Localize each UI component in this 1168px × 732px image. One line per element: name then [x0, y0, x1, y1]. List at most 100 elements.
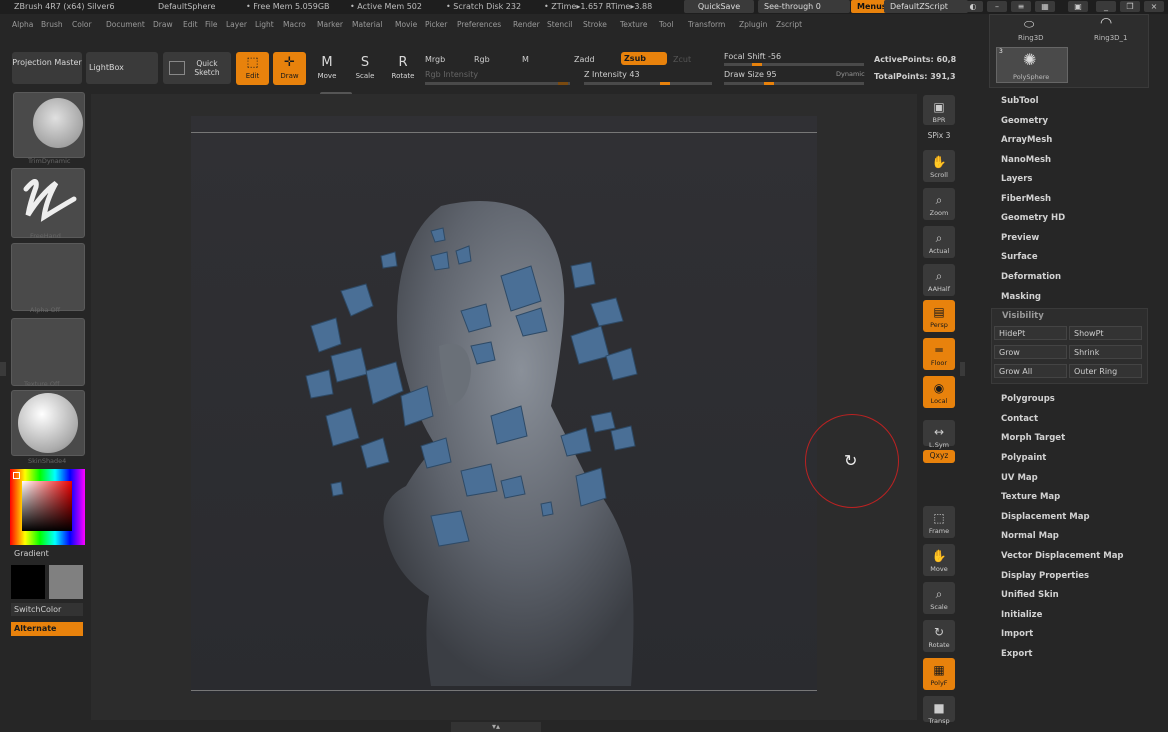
menu-layer[interactable]: Layer	[226, 20, 247, 29]
menu-preferences[interactable]: Preferences	[457, 20, 501, 29]
palette-uv-map[interactable]: UV Map	[1001, 473, 1038, 483]
scale-button[interactable]: S Scale	[350, 52, 380, 85]
actual-button[interactable]: ⌕ Actual	[923, 226, 955, 258]
subtool-polysphere[interactable]: 3 ✺ PolySphere	[996, 47, 1068, 83]
palette-surface[interactable]: Surface	[1001, 252, 1038, 262]
quick-sketch-button[interactable]: Quick Sketch	[163, 52, 231, 84]
aahalf-button[interactable]: ⌕ AAHalf	[923, 264, 955, 296]
menu-document[interactable]: Document	[106, 20, 145, 29]
stroke-thumbnail[interactable]	[11, 168, 85, 238]
hidept-button[interactable]: HidePt	[994, 326, 1067, 340]
menu-movie[interactable]: Movie	[395, 20, 417, 29]
move-button[interactable]: ✋ Move	[923, 544, 955, 576]
palette-geometry[interactable]: Geometry	[1001, 116, 1048, 126]
zcut-button[interactable]: Zcut	[673, 55, 691, 64]
polyf-button[interactable]: ▦ PolyF	[923, 658, 955, 690]
palette-arraymesh[interactable]: ArrayMesh	[1001, 135, 1052, 145]
zsub-button[interactable]: Zsub	[621, 52, 667, 65]
brush-icon[interactable]: ◐	[963, 1, 983, 12]
edit-button[interactable]: ⬚ Edit	[236, 52, 269, 85]
menu-render[interactable]: Render	[513, 20, 540, 29]
menu-tool[interactable]: Tool	[659, 20, 674, 29]
visibility-title[interactable]: Visibility	[1002, 311, 1044, 321]
document-area[interactable]	[191, 116, 817, 694]
gradient-label[interactable]: Gradient	[14, 549, 49, 558]
outer-ring-button[interactable]: Outer Ring	[1069, 364, 1142, 378]
draw-size-slider[interactable]: Draw Size 95	[724, 70, 777, 79]
menu-macro[interactable]: Macro	[283, 20, 306, 29]
close-icon[interactable]: ×	[1144, 1, 1164, 12]
palette-morph-target[interactable]: Morph Target	[1001, 433, 1065, 443]
menu-icon[interactable]: ≡	[1011, 1, 1031, 12]
minus-icon[interactable]: –	[987, 1, 1007, 12]
bpr-button[interactable]: ▣ BPR	[923, 95, 955, 125]
grow-all-button[interactable]: Grow All	[994, 364, 1067, 378]
z-intensity-track[interactable]	[584, 82, 712, 85]
menu-marker[interactable]: Marker	[317, 20, 343, 29]
scroll-button[interactable]: ✋ Scroll	[923, 150, 955, 182]
z-intensity-slider[interactable]: Z Intensity 43	[584, 70, 640, 79]
floor-button[interactable]: ═ Floor	[923, 338, 955, 370]
grow-button[interactable]: Grow	[994, 345, 1067, 359]
menu-draw[interactable]: Draw	[153, 20, 173, 29]
see-through-slider[interactable]: See-through 0	[758, 0, 850, 13]
dynamic-button[interactable]: Dynamic	[836, 70, 865, 78]
menu-light[interactable]: Light	[255, 20, 274, 29]
color-square[interactable]	[22, 481, 72, 531]
restore-icon[interactable]: ❐	[1120, 1, 1140, 12]
palette-export[interactable]: Export	[1001, 649, 1032, 659]
menu-picker[interactable]: Picker	[425, 20, 447, 29]
rgb-button[interactable]: Rgb	[474, 55, 490, 64]
menu-texture[interactable]: Texture	[620, 20, 647, 29]
frame-button[interactable]: ⬚ Frame	[923, 506, 955, 538]
qxyz-button[interactable]: Qxyz	[923, 450, 955, 463]
menu-stencil[interactable]: Stencil	[547, 20, 572, 29]
minimize-icon[interactable]: _	[1096, 1, 1116, 12]
draw-size-knob[interactable]	[764, 82, 774, 85]
palette-initialize[interactable]: Initialize	[1001, 610, 1042, 620]
palette-layers[interactable]: Layers	[1001, 174, 1032, 184]
lock-icon[interactable]: ▣	[1068, 1, 1088, 12]
menu-zplugin[interactable]: Zplugin	[739, 20, 767, 29]
menu-alpha[interactable]: Alpha	[12, 20, 33, 29]
projection-master-button[interactable]: Projection Master	[12, 52, 82, 84]
draw-size-track[interactable]	[724, 82, 864, 85]
lightbox-button[interactable]: LightBox	[86, 52, 158, 84]
palette-displacement-map[interactable]: Displacement Map	[1001, 512, 1090, 522]
menu-color[interactable]: Color	[72, 20, 92, 29]
switchcolor-button[interactable]: SwitchColor	[11, 603, 83, 616]
palette-contact[interactable]: Contact	[1001, 414, 1038, 424]
bottom-tray-handle[interactable]: ▾▴	[451, 722, 541, 732]
brush-thumbnail[interactable]	[13, 92, 85, 158]
menu-transform[interactable]: Transform	[688, 20, 725, 29]
rotate-button[interactable]: ↻ Rotate	[923, 620, 955, 652]
palette-texture-map[interactable]: Texture Map	[1001, 492, 1060, 502]
shrink-button[interactable]: Shrink	[1069, 345, 1142, 359]
palette-deformation[interactable]: Deformation	[1001, 272, 1061, 282]
scale-button[interactable]: ⌕ Scale	[923, 582, 955, 614]
rgb-intensity-knob[interactable]	[558, 82, 568, 85]
palette-unified-skin[interactable]: Unified Skin	[1001, 590, 1059, 600]
palette-preview[interactable]: Preview	[1001, 233, 1039, 243]
m-button[interactable]: M	[522, 55, 529, 64]
texture-thumbnail[interactable]	[11, 318, 85, 386]
focal-shift-knob[interactable]	[752, 63, 762, 66]
transp-button[interactable]: ■ Transp	[923, 696, 955, 725]
rgb-intensity-slider[interactable]: Rgb Intensity	[425, 70, 478, 79]
palette-geometry-hd[interactable]: Geometry HD	[1001, 213, 1065, 223]
palette-vector-displacement-map[interactable]: Vector Displacement Map	[1001, 551, 1124, 561]
palette-polypaint[interactable]: Polypaint	[1001, 453, 1046, 463]
menu-brush[interactable]: Brush	[41, 20, 63, 29]
material-thumbnail[interactable]	[11, 390, 85, 456]
palette-nanomesh[interactable]: NanoMesh	[1001, 155, 1051, 165]
menu-zscript[interactable]: Zscript	[776, 20, 802, 29]
left-tray-handle[interactable]	[0, 362, 6, 376]
menu-material[interactable]: Material	[352, 20, 382, 29]
subtool-ring3d-1[interactable]: ◠ Ring3D_1	[1080, 15, 1148, 42]
menu-stroke[interactable]: Stroke	[583, 20, 607, 29]
palette-icon[interactable]: ▦	[1035, 1, 1055, 12]
palette-import[interactable]: Import	[1001, 629, 1033, 639]
sculpt-head-model[interactable]	[191, 116, 817, 694]
color-picker[interactable]	[10, 469, 85, 545]
main-color-swatch[interactable]	[11, 565, 45, 599]
